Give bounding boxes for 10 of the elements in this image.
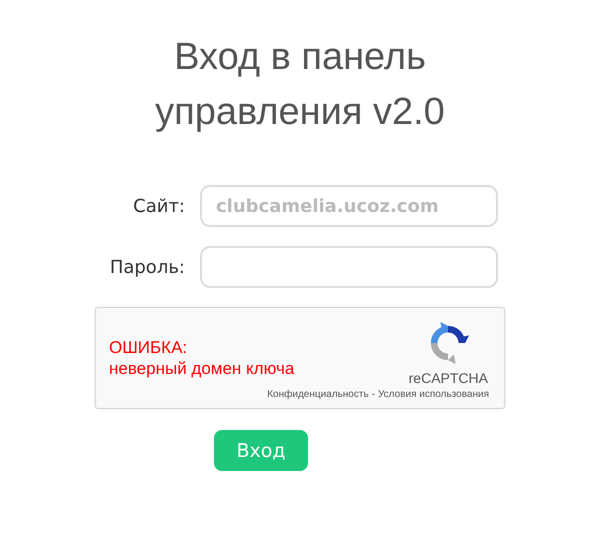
error-message: неверный домен ключа [109, 358, 294, 379]
recaptcha-label: reCAPTCHA [408, 370, 488, 386]
field-label: Сайт: [132, 196, 186, 216]
field-label: Пароль: [108, 256, 186, 278]
separator: - [372, 389, 375, 400]
privacy-link[interactable]: Конфиденциальность [267, 389, 369, 400]
terms-link[interactable]: Условия использования [378, 389, 489, 400]
page-title: Вход в панель управления v2.0 [154, 35, 446, 135]
error-title: ОШИБКА: [109, 337, 188, 358]
input-field[interactable] [200, 246, 498, 288]
